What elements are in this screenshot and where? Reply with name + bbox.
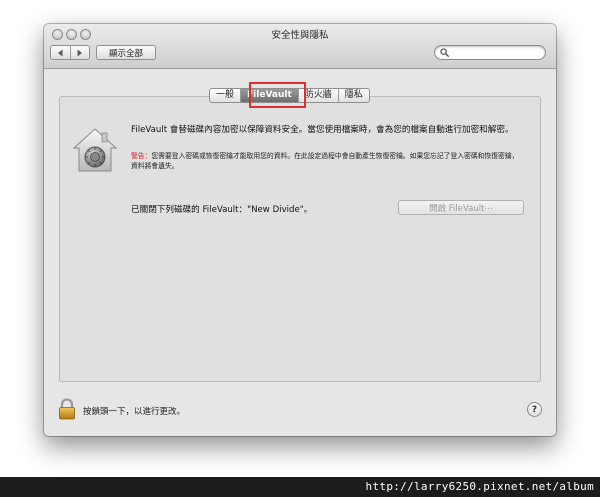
disk-status-text: 已關閉下列磁碟的 FileVault："New Divide"。: [131, 205, 313, 215]
lock-instruction-text: 按鎖頭一下，以進行更改。: [83, 407, 186, 417]
nav-buttons: [50, 45, 90, 60]
watermark-bar: http://larry6250.pixnet.net/album: [0, 477, 600, 497]
show-all-button[interactable]: 顯示全部: [96, 45, 156, 60]
chevron-left-icon: [57, 49, 63, 56]
search-input[interactable]: [434, 45, 546, 60]
tab-privacy[interactable]: 隱私: [337, 89, 369, 102]
warning-label: 警告：: [131, 152, 152, 160]
filevault-house-icon: [72, 128, 118, 172]
turn-on-filevault-button[interactable]: 開啟 FileVault⋯: [398, 200, 524, 215]
filevault-description: FileVault 會替磁碟內容加密以保障資料安全。當您使用檔案時，會為您的檔案…: [131, 125, 514, 135]
title-bar: 安全性與隱私 顯示全部: [44, 24, 556, 69]
warning-text: 您需要登入密碼或恢復密鑰才能取用您的資料。在此設定過程中會自動產生恢復密鑰。如果…: [131, 152, 519, 170]
watermark-url: http://larry6250.pixnet.net/album: [365, 480, 594, 493]
content-panel: [59, 96, 541, 382]
warning-message: 警告：您需要登入密碼或恢復密鑰才能取用您的資料。在此設定過程中會自動產生恢復密鑰…: [131, 152, 523, 171]
window-title: 安全性與隱私: [271, 30, 329, 41]
help-button[interactable]: ?: [527, 402, 542, 417]
chevron-right-icon: [77, 49, 83, 56]
padlock-icon[interactable]: [58, 398, 76, 420]
preferences-window: 安全性與隱私 顯示全部 一般 FileVault 防火牆 隱私 FileVaul…: [44, 24, 556, 436]
forward-button[interactable]: [71, 46, 90, 59]
search-icon: [440, 48, 449, 57]
back-button[interactable]: [51, 46, 71, 59]
highlight-annotation-box: [249, 82, 306, 108]
tab-general[interactable]: 一般: [210, 89, 240, 102]
